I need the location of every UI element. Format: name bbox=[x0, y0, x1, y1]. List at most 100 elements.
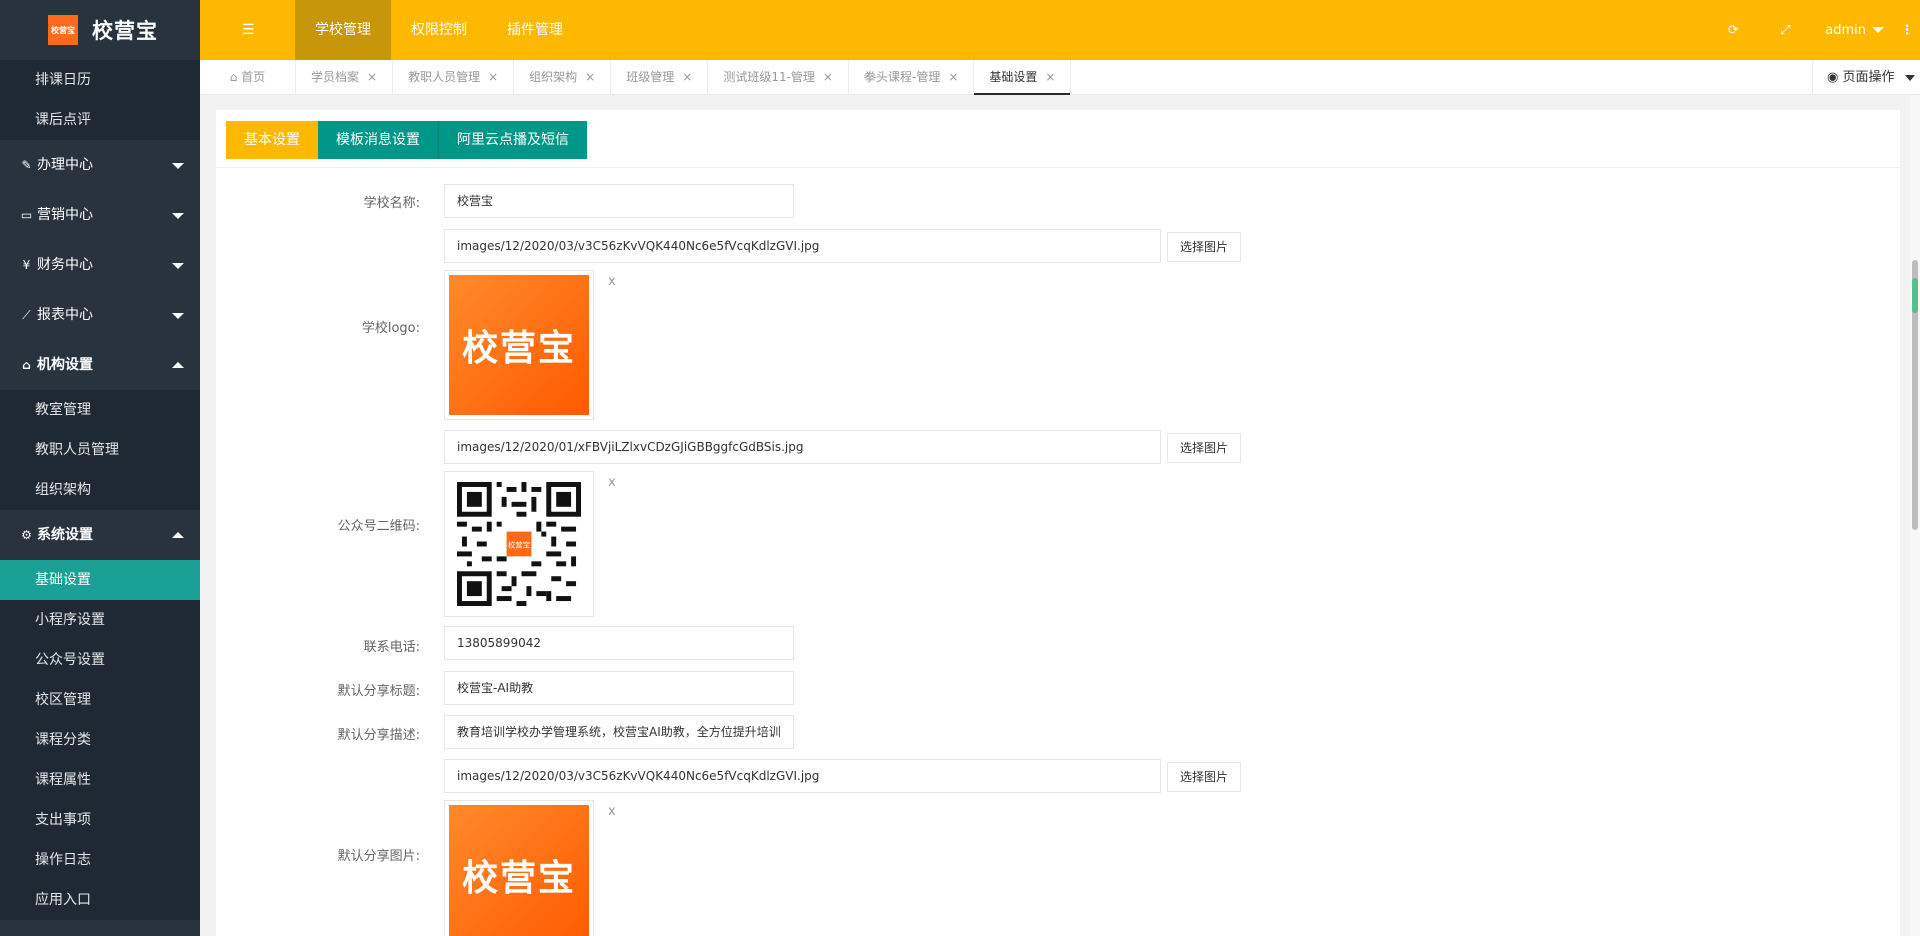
school-name-label: 学校名称: bbox=[363, 196, 420, 211]
tab-label: 基础设置 bbox=[989, 70, 1038, 84]
close-icon[interactable]: × bbox=[488, 70, 498, 84]
sidebar-group-report-center[interactable]: ⟋ 报表中心 bbox=[0, 290, 200, 340]
content-panel: 基本设置 模板消息设置 阿里云点播及短信 学校名称: 校营宝 images/12… bbox=[216, 110, 1900, 936]
page-tabs: ⌂ 首页 学员档案 × 教职人员管理 × 组织架构 × 班级管理 × 测试班级11-管理… bbox=[200, 60, 1920, 95]
qr-code-image: 校营宝 bbox=[449, 476, 589, 612]
school-name-input[interactable]: 校营宝 bbox=[444, 184, 794, 218]
sidebar-group-org-settings[interactable]: ⌂ 机构设置 bbox=[0, 340, 200, 390]
sidebar-item-official-account-settings[interactable]: 公众号设置 bbox=[0, 640, 200, 680]
tab-label: 学员档案 bbox=[311, 70, 360, 84]
sidebar-group-label: 办理中心 bbox=[37, 157, 93, 173]
sidebar-item-after-class-review[interactable]: 课后点评 bbox=[0, 100, 200, 140]
fullscreen-icon[interactable]: ⤢ bbox=[1759, 23, 1811, 38]
close-icon[interactable]: × bbox=[948, 70, 958, 84]
qr-center-text: 校营宝 bbox=[508, 539, 530, 549]
sidebar-item-app-entry[interactable]: 应用入口 bbox=[0, 880, 200, 920]
caret-down-icon bbox=[172, 313, 184, 319]
top-nav-permission-control[interactable]: 权限控制 bbox=[391, 0, 487, 60]
caret-up-icon bbox=[172, 532, 184, 538]
app-title: 校营宝 bbox=[92, 19, 158, 43]
share-image-preview: 校营宝 bbox=[444, 800, 594, 936]
sidebar-group-handle-center[interactable]: ✎ 办理中心 bbox=[0, 140, 200, 190]
close-icon[interactable]: × bbox=[585, 70, 595, 84]
page-tabs-bar: ⌂ 首页 学员档案 × 教职人员管理 × 组织架构 × 班级管理 × 测试班级11-管理… bbox=[200, 60, 1920, 95]
home-icon: ⌂ bbox=[229, 70, 238, 84]
sidebar-item-staff[interactable]: 教职人员管理 bbox=[0, 430, 200, 470]
sidebar-item-expense[interactable]: 支出事项 bbox=[0, 800, 200, 840]
phone-input[interactable]: 13805899042 bbox=[444, 626, 794, 660]
sidebar-item-classroom[interactable]: 教室管理 bbox=[0, 390, 200, 430]
close-icon[interactable]: × bbox=[823, 70, 833, 84]
tab-home[interactable]: ⌂ 首页 bbox=[200, 60, 296, 95]
school-logo-preview: 校营宝 bbox=[444, 270, 594, 420]
qr-path-input[interactable]: images/12/2020/01/xFBVjiLZlxvCDzGJiGBBgg… bbox=[444, 430, 1161, 464]
top-header: ☰ 学校管理 权限控制 插件管理 ⟳ ⤢ admin ⋮ bbox=[200, 0, 1920, 60]
school-logo-label: 学校logo: bbox=[361, 321, 420, 336]
edit-icon: ✎ bbox=[21, 158, 32, 172]
school-logo-remove-icon[interactable]: x bbox=[608, 274, 616, 289]
sidebar-item-operation-log[interactable]: 操作日志 bbox=[0, 840, 200, 880]
close-icon[interactable]: × bbox=[682, 70, 692, 84]
sidebar-submenu-org: 教室管理 教职人员管理 组织架构 bbox=[0, 390, 200, 510]
tab-flagship-course[interactable]: 拳头课程-管理 × bbox=[849, 60, 975, 95]
share-title-label: 默认分享标题: bbox=[337, 684, 420, 699]
laptop-icon: ▭ bbox=[20, 208, 33, 222]
sidebar-group-label: 财务中心 bbox=[37, 257, 93, 273]
share-image-remove-icon[interactable]: x bbox=[608, 804, 616, 819]
bank-icon: ⌂ bbox=[22, 358, 31, 372]
sidebar-item-course-category[interactable]: 课程分类 bbox=[0, 720, 200, 760]
user-menu[interactable]: admin bbox=[1811, 23, 1894, 38]
sidebar-item-campus[interactable]: 校区管理 bbox=[0, 680, 200, 720]
page-operations-dropdown[interactable]: ◉ 页面操作 bbox=[1812, 60, 1920, 95]
share-image-pick-button[interactable]: 选择图片 bbox=[1167, 762, 1241, 792]
sidebar-item-miniprogram-settings[interactable]: 小程序设置 bbox=[0, 600, 200, 640]
cogs-icon: ⚙ bbox=[21, 528, 32, 542]
qr-pick-button[interactable]: 选择图片 bbox=[1167, 433, 1241, 463]
subtab-basic[interactable]: 基本设置 bbox=[226, 121, 318, 159]
sidebar-item-course-attribute[interactable]: 课程属性 bbox=[0, 760, 200, 800]
tab-student-records[interactable]: 学员档案 × bbox=[296, 60, 394, 95]
caret-down-icon bbox=[172, 213, 184, 219]
caret-down-icon bbox=[1904, 74, 1915, 81]
close-icon[interactable]: × bbox=[1045, 70, 1055, 84]
refresh-icon[interactable]: ⟳ bbox=[1707, 23, 1759, 38]
sidebar-item-org-structure[interactable]: 组织架构 bbox=[0, 470, 200, 510]
menu-list-icon[interactable]: ☰ bbox=[242, 22, 255, 38]
sidebar-item-course-calendar[interactable]: 排课日历 bbox=[0, 60, 200, 100]
sidebar-group-marketing-center[interactable]: ▭ 营销中心 bbox=[0, 190, 200, 240]
tab-test-class[interactable]: 测试班级11-管理 × bbox=[708, 60, 849, 95]
logo-bar[interactable]: 校营宝 校营宝 bbox=[0, 0, 200, 60]
share-image-path-input[interactable]: images/12/2020/03/v3C56zKvVQK440Nc6e5fVc… bbox=[444, 759, 1161, 793]
tab-staff-management[interactable]: 教职人员管理 × bbox=[393, 60, 515, 95]
tab-class-management[interactable]: 班级管理 × bbox=[611, 60, 709, 95]
qr-label: 公众号二维码: bbox=[337, 519, 420, 534]
sidebar-group-system-settings[interactable]: ⚙ 系统设置 bbox=[0, 510, 200, 560]
scrollbar-grip[interactable] bbox=[1912, 278, 1918, 313]
settings-subtabs: 基本设置 模板消息设置 阿里云点播及短信 bbox=[216, 110, 1900, 168]
sidebar-item-basic-settings[interactable]: 基础设置 bbox=[0, 560, 200, 600]
target-icon: ◉ bbox=[1827, 70, 1839, 85]
tab-basic-settings[interactable]: 基础设置 × bbox=[974, 60, 1072, 95]
sidebar-group-label: 系统设置 bbox=[37, 527, 93, 543]
caret-up-icon bbox=[172, 362, 184, 368]
page-scrollbar[interactable] bbox=[1910, 95, 1920, 936]
share-image: 校营宝 bbox=[449, 805, 589, 936]
subtab-template-message[interactable]: 模板消息设置 bbox=[318, 121, 439, 159]
sidebar-submenu-system: 基础设置 小程序设置 公众号设置 校区管理 课程分类 课程属性 支出事项 操作日… bbox=[0, 560, 200, 920]
qr-remove-icon[interactable]: x bbox=[608, 475, 616, 490]
share-desc-input[interactable]: 教育培训学校办学管理系统，校营宝AI助教，全方位提升培训 bbox=[444, 715, 794, 749]
top-nav-plugin-management[interactable]: 插件管理 bbox=[487, 0, 583, 60]
share-image-label: 默认分享图片: bbox=[337, 849, 420, 864]
sidebar-group-label: 机构设置 bbox=[37, 357, 93, 373]
tab-label: 测试班级11-管理 bbox=[723, 70, 815, 84]
top-nav: 学校管理 权限控制 插件管理 bbox=[295, 0, 583, 60]
subtab-aliyun[interactable]: 阿里云点播及短信 bbox=[439, 121, 587, 159]
school-logo-pick-button[interactable]: 选择图片 bbox=[1167, 232, 1241, 262]
tab-org-structure[interactable]: 组织架构 × bbox=[514, 60, 612, 95]
more-vertical-icon[interactable]: ⋮ bbox=[1894, 23, 1920, 38]
sidebar-group-finance-center[interactable]: ¥ 财务中心 bbox=[0, 240, 200, 290]
school-logo-path-input[interactable]: images/12/2020/03/v3C56zKvVQK440Nc6e5fVc… bbox=[444, 229, 1161, 263]
share-title-input[interactable]: 校营宝-AI助教 bbox=[444, 671, 794, 705]
close-icon[interactable]: × bbox=[367, 70, 377, 84]
top-nav-school-management[interactable]: 学校管理 bbox=[295, 0, 391, 60]
